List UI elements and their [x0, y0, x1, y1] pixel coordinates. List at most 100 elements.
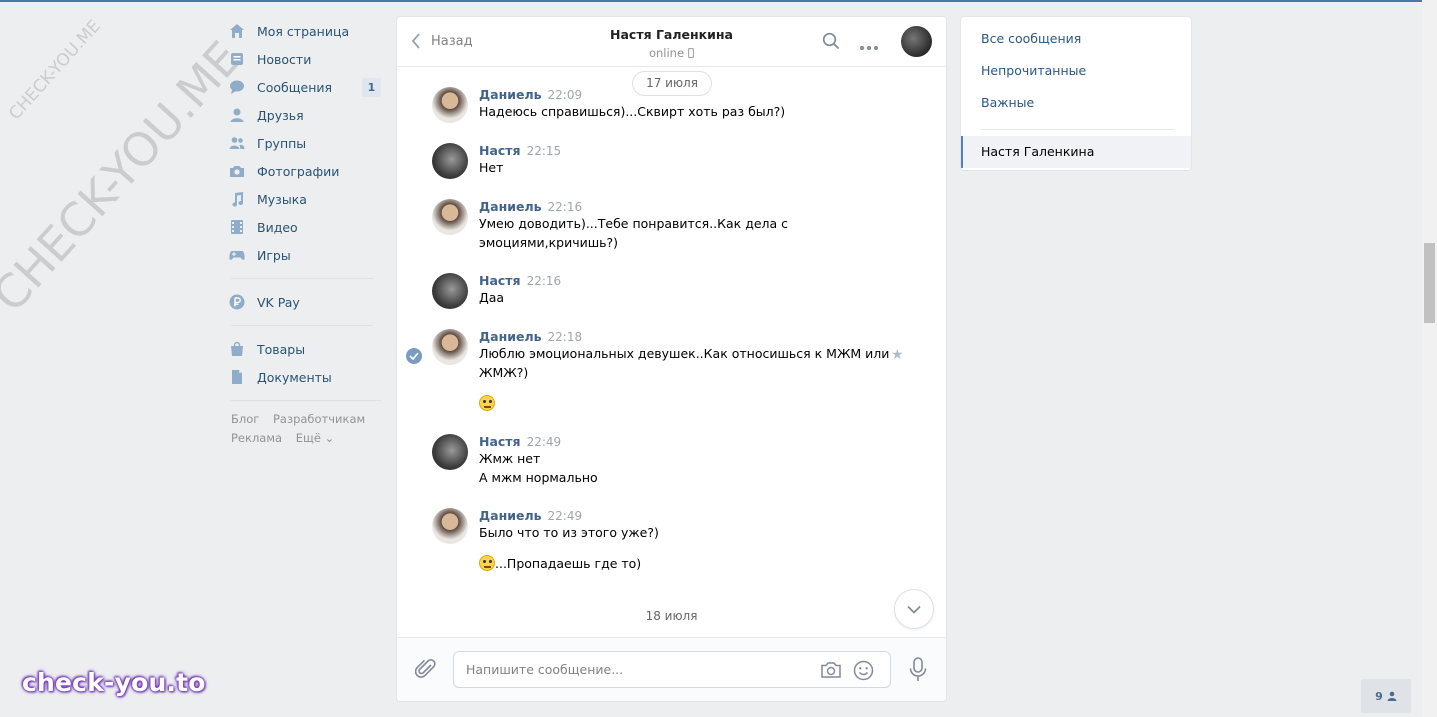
message-history[interactable]: 17 июля Даниель 22:09 Надеюсь справишься)…	[397, 67, 946, 639]
home-icon	[229, 23, 245, 39]
search-icon[interactable]	[822, 32, 840, 53]
footer-link-blog[interactable]: Блог	[231, 412, 259, 426]
message-text: Надеюсь справишься)...Сквирт хоть раз бы…	[479, 104, 786, 119]
message[interactable]: Настя 22:16 Даа	[432, 273, 902, 309]
peer-avatar[interactable]	[901, 26, 932, 57]
message-text: эмоциями,кричишь?)	[479, 235, 619, 250]
message-author[interactable]: Настя	[479, 143, 521, 158]
sidebar-item-vk-pay[interactable]: VK Pay	[229, 288, 381, 316]
message[interactable]: Даниель 22:49 Было что то из этого уже?) …	[432, 508, 902, 573]
message-time: 22:18	[547, 330, 583, 344]
sidebar-item-label: Сообщения	[257, 79, 333, 95]
sidebar-item-label: Документы	[257, 369, 332, 385]
filter-active-chat[interactable]: Настя Галенкина	[961, 136, 1191, 168]
avatar[interactable]	[432, 143, 468, 179]
sidebar-item-video[interactable]: Видео	[229, 213, 381, 241]
sidebar-item-photos[interactable]: Фотографии	[229, 157, 381, 185]
scroll-down-button[interactable]	[894, 589, 934, 629]
message-time: 22:09	[547, 88, 583, 102]
message-time: 22:15	[526, 144, 562, 158]
filter-important[interactable]: Важные	[961, 87, 1191, 119]
message[interactable]: Даниель 22:18 Люблю эмоциональных девушек…	[432, 329, 902, 413]
filter-unread[interactable]: Непрочитанные	[961, 55, 1191, 87]
sidebar-item-documents[interactable]: Документы	[229, 363, 381, 391]
avatar[interactable]	[432, 87, 468, 123]
message-author[interactable]: Даниель	[479, 508, 542, 523]
user-icon	[229, 107, 245, 123]
sidebar-item-my-page[interactable]: Моя страница	[229, 17, 381, 45]
message-time: 22:16	[547, 200, 583, 214]
sidebar-item-news[interactable]: Новости	[229, 45, 381, 73]
watermark-small: CHECK-YOU.ME	[5, 16, 105, 124]
avatar[interactable]	[432, 199, 468, 235]
sidebar-divider	[231, 325, 373, 326]
footer-link-developers[interactable]: Разработчикам	[273, 412, 365, 426]
message-author[interactable]: Настя	[479, 434, 521, 449]
sidebar-item-messages[interactable]: Сообщения 1	[229, 73, 381, 101]
chat-panel: Назад Настя Галенкина online 17 июля Дан…	[396, 16, 947, 702]
chat-bubble-icon	[229, 79, 245, 95]
footer-link-ads[interactable]: Реклама	[231, 431, 282, 445]
online-friends-counter[interactable]: 9	[1361, 679, 1411, 713]
sidebar-item-label: Друзья	[257, 107, 304, 123]
message-author[interactable]: Даниель	[479, 87, 542, 102]
sidebar-item-friends[interactable]: Друзья	[229, 101, 381, 129]
sidebar-item-label: Видео	[257, 219, 298, 235]
filters-divider	[981, 129, 1175, 130]
message-text: Было что то из этого уже?)	[479, 525, 659, 540]
message[interactable]: Настя 22:49 Жмж нет А мжм нормально	[432, 434, 902, 487]
avatar[interactable]	[432, 273, 468, 309]
message-input-box[interactable]	[453, 651, 891, 688]
microphone-icon[interactable]	[908, 657, 928, 686]
sidebar-divider	[231, 400, 381, 401]
message[interactable]: Настя 22:15 Нет	[432, 143, 902, 179]
paperclip-icon[interactable]	[414, 657, 437, 684]
page-scrollbar[interactable]	[1422, 0, 1437, 717]
sidebar-item-market[interactable]: Товары	[229, 335, 381, 363]
message-author[interactable]: Настя	[479, 273, 521, 288]
sidebar-item-music[interactable]: Музыка	[229, 185, 381, 213]
more-dots-icon[interactable]	[859, 39, 879, 54]
avatar[interactable]	[432, 329, 468, 365]
message-text: Нет	[479, 160, 504, 175]
sidebar-item-label: Группы	[257, 135, 307, 151]
ruble-coin-icon	[229, 294, 245, 310]
sidebar-item-label: Игры	[257, 247, 291, 263]
avatar[interactable]	[432, 434, 468, 470]
camera-icon	[229, 163, 245, 179]
message-author[interactable]: Даниель	[479, 199, 542, 214]
sidebar-item-groups[interactable]: Группы	[229, 129, 381, 157]
mobile-phone-icon	[688, 48, 694, 58]
message[interactable]: Даниель 22:16 Умею доводить)...Тебе понра…	[432, 199, 902, 252]
messages-count-badge: 1	[362, 78, 381, 97]
avatar[interactable]	[432, 508, 468, 544]
message-filters-panel: Все сообщения Непрочитанные Важные Настя…	[960, 16, 1192, 171]
message-text: ...Пропадаешь где то)	[495, 556, 642, 571]
gamepad-icon	[229, 247, 245, 263]
peer-status-text: online	[648, 46, 685, 60]
document-icon	[229, 369, 245, 385]
person-icon	[1387, 691, 1397, 701]
selected-checkmark-icon[interactable]	[406, 348, 422, 364]
dizzy-face-emoji-icon	[479, 395, 495, 411]
message-author[interactable]: Даниель	[479, 329, 542, 344]
film-icon	[229, 219, 245, 235]
emoji-smile-icon[interactable]	[853, 660, 874, 684]
message-text: Люблю эмоциональных девушек..Как относиш…	[479, 346, 890, 361]
camera-icon[interactable]	[820, 661, 842, 682]
sidebar-item-label: Моя страница	[257, 23, 350, 39]
message[interactable]: Даниель 22:09 Надеюсь справишься)...Сквир…	[432, 87, 902, 123]
footer-link-more[interactable]: Ещё ⌄	[296, 431, 334, 445]
scrollbar-thumb[interactable]	[1424, 243, 1435, 323]
chevron-down-icon	[907, 605, 921, 614]
sidebar-item-label: Новости	[257, 51, 312, 67]
top-accent-line	[0, 0, 1422, 2]
sidebar-item-games[interactable]: Игры	[229, 241, 381, 269]
date-separator: 18 июля	[645, 609, 698, 623]
message-input[interactable]	[466, 662, 806, 677]
left-navigation: Моя страница Новости Сообщения 1 Друзья …	[229, 17, 381, 448]
sidebar-item-label: Фотографии	[257, 163, 340, 179]
message-text: Даа	[479, 290, 505, 305]
filter-all-messages[interactable]: Все сообщения	[961, 23, 1191, 55]
message-time: 22:49	[526, 435, 562, 449]
